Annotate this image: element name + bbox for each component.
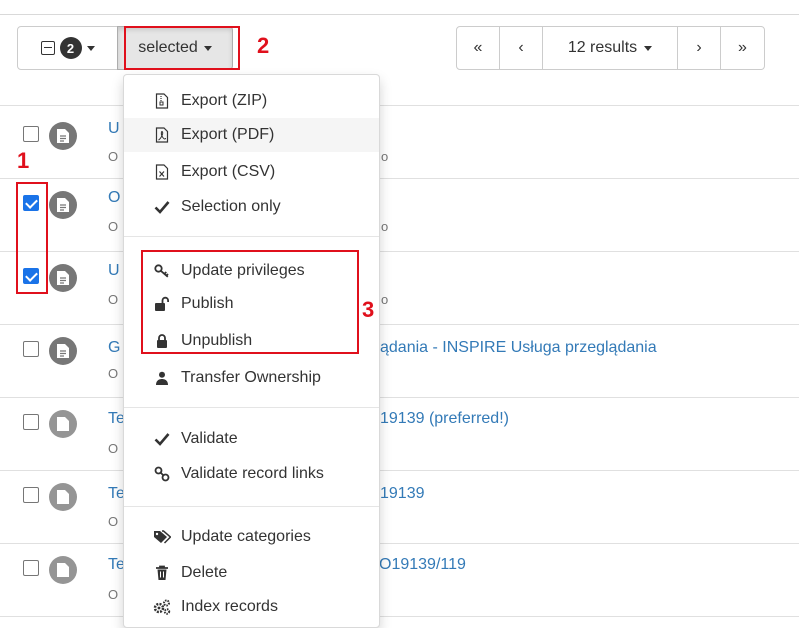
record-checkbox[interactable] (23, 126, 39, 142)
chevron-left-icon: ‹ (518, 39, 524, 56)
menu-item-label: Validate (181, 430, 238, 447)
trash-icon (153, 564, 171, 582)
file-pdf-icon (153, 126, 171, 144)
menu-divider (124, 506, 379, 507)
file-icon (49, 483, 77, 511)
menu-item-label: Export (CSV) (181, 163, 276, 180)
menu-item-export-csv[interactable]: Export (CSV) (124, 155, 379, 189)
document-icon (49, 122, 77, 150)
record-row: G ądania - INSPIRE Usługa przeglądania O (0, 325, 799, 398)
record-subtitle-suffix: o (381, 292, 389, 307)
document-icon (49, 337, 77, 365)
menu-item-export-pdf[interactable]: Export (PDF) (124, 118, 379, 152)
menu-item-label: Update categories (181, 528, 311, 545)
chevron-right-icon: › (696, 39, 702, 56)
menu-item-label: Export (ZIP) (181, 92, 268, 109)
record-checkbox[interactable] (23, 487, 39, 503)
pagination: « ‹ 12 results › » (456, 26, 765, 70)
document-icon (49, 264, 77, 292)
record-title[interactable]: O (108, 189, 120, 207)
chevron-down-icon (644, 45, 653, 51)
annotation-number-1: 1 (17, 148, 30, 173)
last-page-button[interactable]: » (720, 26, 765, 70)
record-subtitle: O (108, 514, 119, 529)
record-row: Te O19139/119 O (0, 544, 799, 617)
record-row: Te 19139 (preferred!) O (0, 398, 799, 471)
menu-divider (124, 236, 379, 237)
menu-item-index-records[interactable]: Index records (124, 590, 379, 624)
record-row: U O o (0, 106, 799, 179)
top-divider (0, 14, 799, 15)
first-page-button[interactable]: « (456, 26, 500, 70)
menu-item-label: Index records (181, 598, 278, 615)
record-title-suffix[interactable]: 19139 (preferred!) (380, 410, 509, 428)
next-page-button[interactable]: › (677, 26, 721, 70)
menu-item-validate[interactable]: Validate (124, 422, 379, 456)
annotation-box-selected-button (124, 26, 240, 70)
record-subtitle: O (108, 292, 119, 307)
record-subtitle: O (108, 441, 119, 456)
menu-item-label: Validate record links (181, 465, 324, 482)
file-zip-icon (153, 92, 171, 110)
menu-item-label: Export (PDF) (181, 126, 275, 143)
record-checkbox[interactable] (23, 341, 39, 357)
record-subtitle-suffix: o (381, 219, 389, 234)
record-subtitle: O (108, 219, 119, 234)
annotation-number-3: 3 (362, 297, 375, 322)
select-all-toggle-button[interactable]: 2 (17, 26, 118, 70)
record-subtitle: O (108, 587, 119, 602)
check-icon (153, 430, 171, 448)
record-title[interactable]: U (108, 262, 120, 280)
partial-select-icon (40, 41, 55, 55)
menu-divider (124, 407, 379, 408)
double-chevron-right-icon: » (738, 39, 747, 56)
menu-item-transfer-ownership[interactable]: Transfer Ownership (124, 361, 379, 395)
file-icon (49, 556, 77, 584)
menu-item-update-categories[interactable]: Update categories (124, 520, 379, 554)
tags-icon (153, 528, 171, 546)
annotation-box-privilege-actions (141, 250, 359, 354)
menu-item-label: Selection only (181, 198, 281, 215)
menu-item-delete[interactable]: Delete (124, 556, 379, 590)
record-checkbox[interactable] (23, 560, 39, 576)
link-icon (153, 465, 171, 483)
double-chevron-left-icon: « (473, 39, 483, 56)
record-title[interactable]: U (108, 120, 120, 138)
selected-count-badge: 2 (59, 37, 82, 59)
annotation-number-2: 2 (257, 33, 270, 58)
record-checkbox[interactable] (23, 414, 39, 430)
record-subtitle-suffix: o (381, 149, 389, 164)
record-title[interactable]: G (108, 339, 120, 357)
results-per-page-button[interactable]: 12 results (542, 26, 678, 70)
record-row: O O o (0, 179, 799, 252)
results-count-label: 12 results (567, 39, 638, 56)
record-title-suffix[interactable]: ądania - INSPIRE Usługa przeglądania (380, 339, 657, 357)
record-title-suffix[interactable]: 19139 (380, 485, 425, 503)
user-icon (153, 369, 171, 387)
menu-item-selection-only[interactable]: Selection only (124, 190, 379, 224)
menu-item-export-zip[interactable]: Export (ZIP) (124, 84, 379, 118)
annotation-box-checkboxes (16, 182, 48, 294)
document-icon (49, 191, 77, 219)
record-subtitle: O (108, 366, 119, 381)
record-subtitle: O (108, 149, 119, 164)
record-row: U O o (0, 252, 799, 325)
file-icon (49, 410, 77, 438)
file-excel-icon (153, 163, 171, 181)
chevron-down-icon (86, 45, 95, 51)
previous-page-button[interactable]: ‹ (499, 26, 543, 70)
menu-item-label: Delete (181, 564, 228, 581)
record-row: Te 19139 O (0, 471, 799, 544)
record-title-suffix[interactable]: O19139/119 (379, 556, 466, 574)
menu-item-validate-record-links[interactable]: Validate record links (124, 457, 379, 491)
check-icon (153, 198, 171, 216)
menu-item-label: Transfer Ownership (181, 369, 321, 386)
cogs-icon (153, 598, 171, 616)
